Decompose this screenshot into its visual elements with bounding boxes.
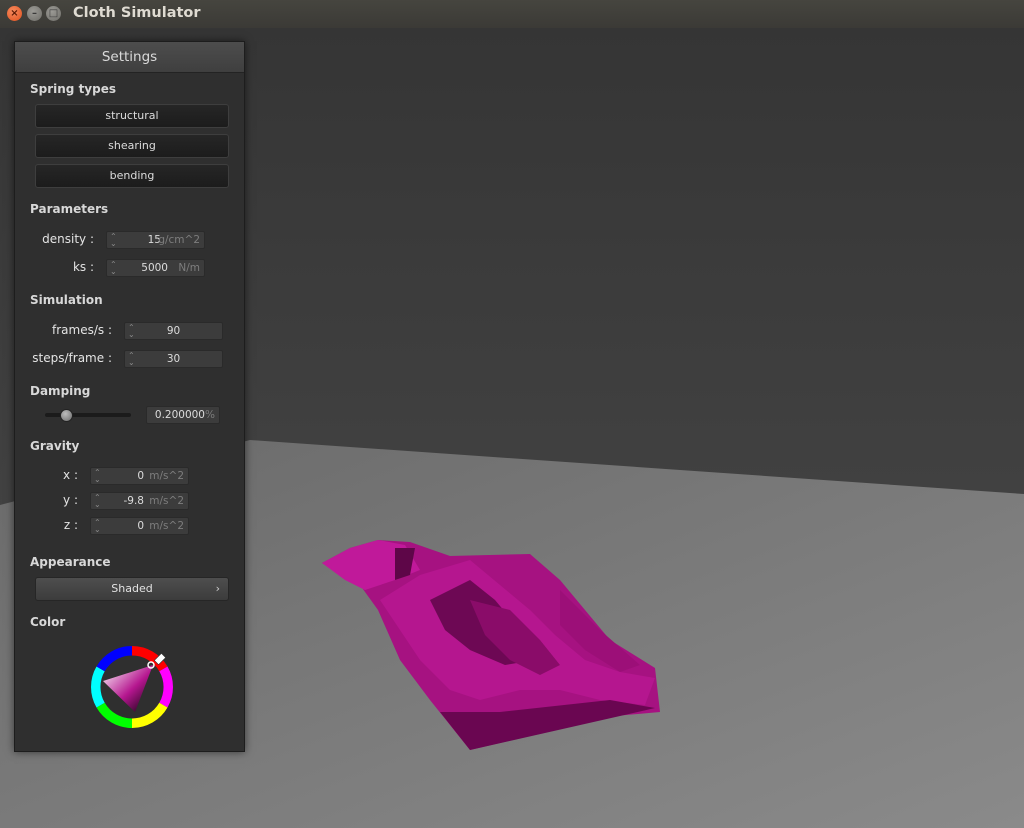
fps-value: 90 xyxy=(166,325,181,337)
steps-field[interactable]: ⌃ ⌄ 30 xyxy=(124,350,223,368)
gravity-x-unit: m/s^2 xyxy=(149,470,184,482)
appearance-dropdown[interactable]: Shaded › xyxy=(35,577,229,601)
damping-value: 0.200000 xyxy=(154,409,205,421)
steps-label: steps/frame : xyxy=(32,351,112,365)
maximize-icon[interactable]: □ xyxy=(46,6,61,21)
fps-field[interactable]: ⌃ ⌄ 90 xyxy=(124,322,223,340)
gravity-z-field[interactable]: ⌃ ⌄ 0 m/s^2 xyxy=(90,517,189,535)
structural-button[interactable]: structural xyxy=(35,104,229,128)
color-wheel[interactable] xyxy=(85,640,179,734)
simulation-label: Simulation xyxy=(30,293,103,307)
fps-label: frames/s : xyxy=(52,323,112,337)
damping-field[interactable]: 0.200000 % xyxy=(146,406,220,424)
spinner-icon[interactable]: ⌃ ⌄ xyxy=(94,469,101,484)
gravity-z-label: z : xyxy=(63,518,78,532)
settings-header: Settings xyxy=(15,42,244,73)
density-field[interactable]: ⌃ ⌄ 15 g/cm^2 xyxy=(106,231,205,249)
spinner-icon[interactable]: ⌃ ⌄ xyxy=(94,494,101,509)
gravity-y-label: y : xyxy=(63,493,78,507)
parameters-label: Parameters xyxy=(30,202,109,216)
gravity-y-unit: m/s^2 xyxy=(149,495,184,507)
appearance-label: Appearance xyxy=(30,555,111,569)
steps-value: 30 xyxy=(166,353,181,365)
color-label: Color xyxy=(30,615,66,629)
ks-unit: N/m xyxy=(178,262,200,274)
spinner-icon[interactable]: ⌃ ⌄ xyxy=(94,519,101,534)
gravity-y-value: -9.8 xyxy=(123,495,145,507)
gravity-z-value: 0 xyxy=(137,520,144,532)
gravity-z-unit: m/s^2 xyxy=(149,520,184,532)
title-bar: × – □ Cloth Simulator xyxy=(0,0,1024,29)
chevron-right-icon: › xyxy=(215,582,220,595)
density-label: density : xyxy=(42,232,94,246)
gravity-label: Gravity xyxy=(30,439,80,453)
settings-panel: Settings Spring types structural shearin… xyxy=(14,41,245,752)
gravity-x-field[interactable]: ⌃ ⌄ 0 m/s^2 xyxy=(90,467,189,485)
ks-value: 5000 xyxy=(141,262,168,274)
damping-unit: % xyxy=(205,409,215,421)
bending-button[interactable]: bending xyxy=(35,164,229,188)
gravity-y-field[interactable]: ⌃ ⌄ -9.8 m/s^2 xyxy=(90,492,189,510)
close-icon[interactable]: × xyxy=(7,6,22,21)
ks-field[interactable]: ⌃ ⌄ 5000 N/m xyxy=(106,259,205,277)
gravity-x-value: 0 xyxy=(137,470,144,482)
window-title: Cloth Simulator xyxy=(73,5,201,21)
appearance-value: Shaded xyxy=(111,582,153,595)
damping-slider-knob[interactable] xyxy=(60,409,73,422)
spinner-icon[interactable]: ⌃ ⌄ xyxy=(110,261,117,276)
damping-slider[interactable] xyxy=(45,409,131,422)
shearing-button[interactable]: shearing xyxy=(35,134,229,158)
saturation-triangle[interactable] xyxy=(103,665,153,712)
ks-label: ks : xyxy=(72,260,94,274)
density-unit: g/cm^2 xyxy=(158,234,200,246)
spring-types-label: Spring types xyxy=(30,82,117,96)
spinner-icon[interactable]: ⌃ ⌄ xyxy=(110,233,117,248)
gravity-x-label: x : xyxy=(63,468,78,482)
damping-label: Damping xyxy=(30,384,91,398)
minimize-icon[interactable]: – xyxy=(27,6,42,21)
